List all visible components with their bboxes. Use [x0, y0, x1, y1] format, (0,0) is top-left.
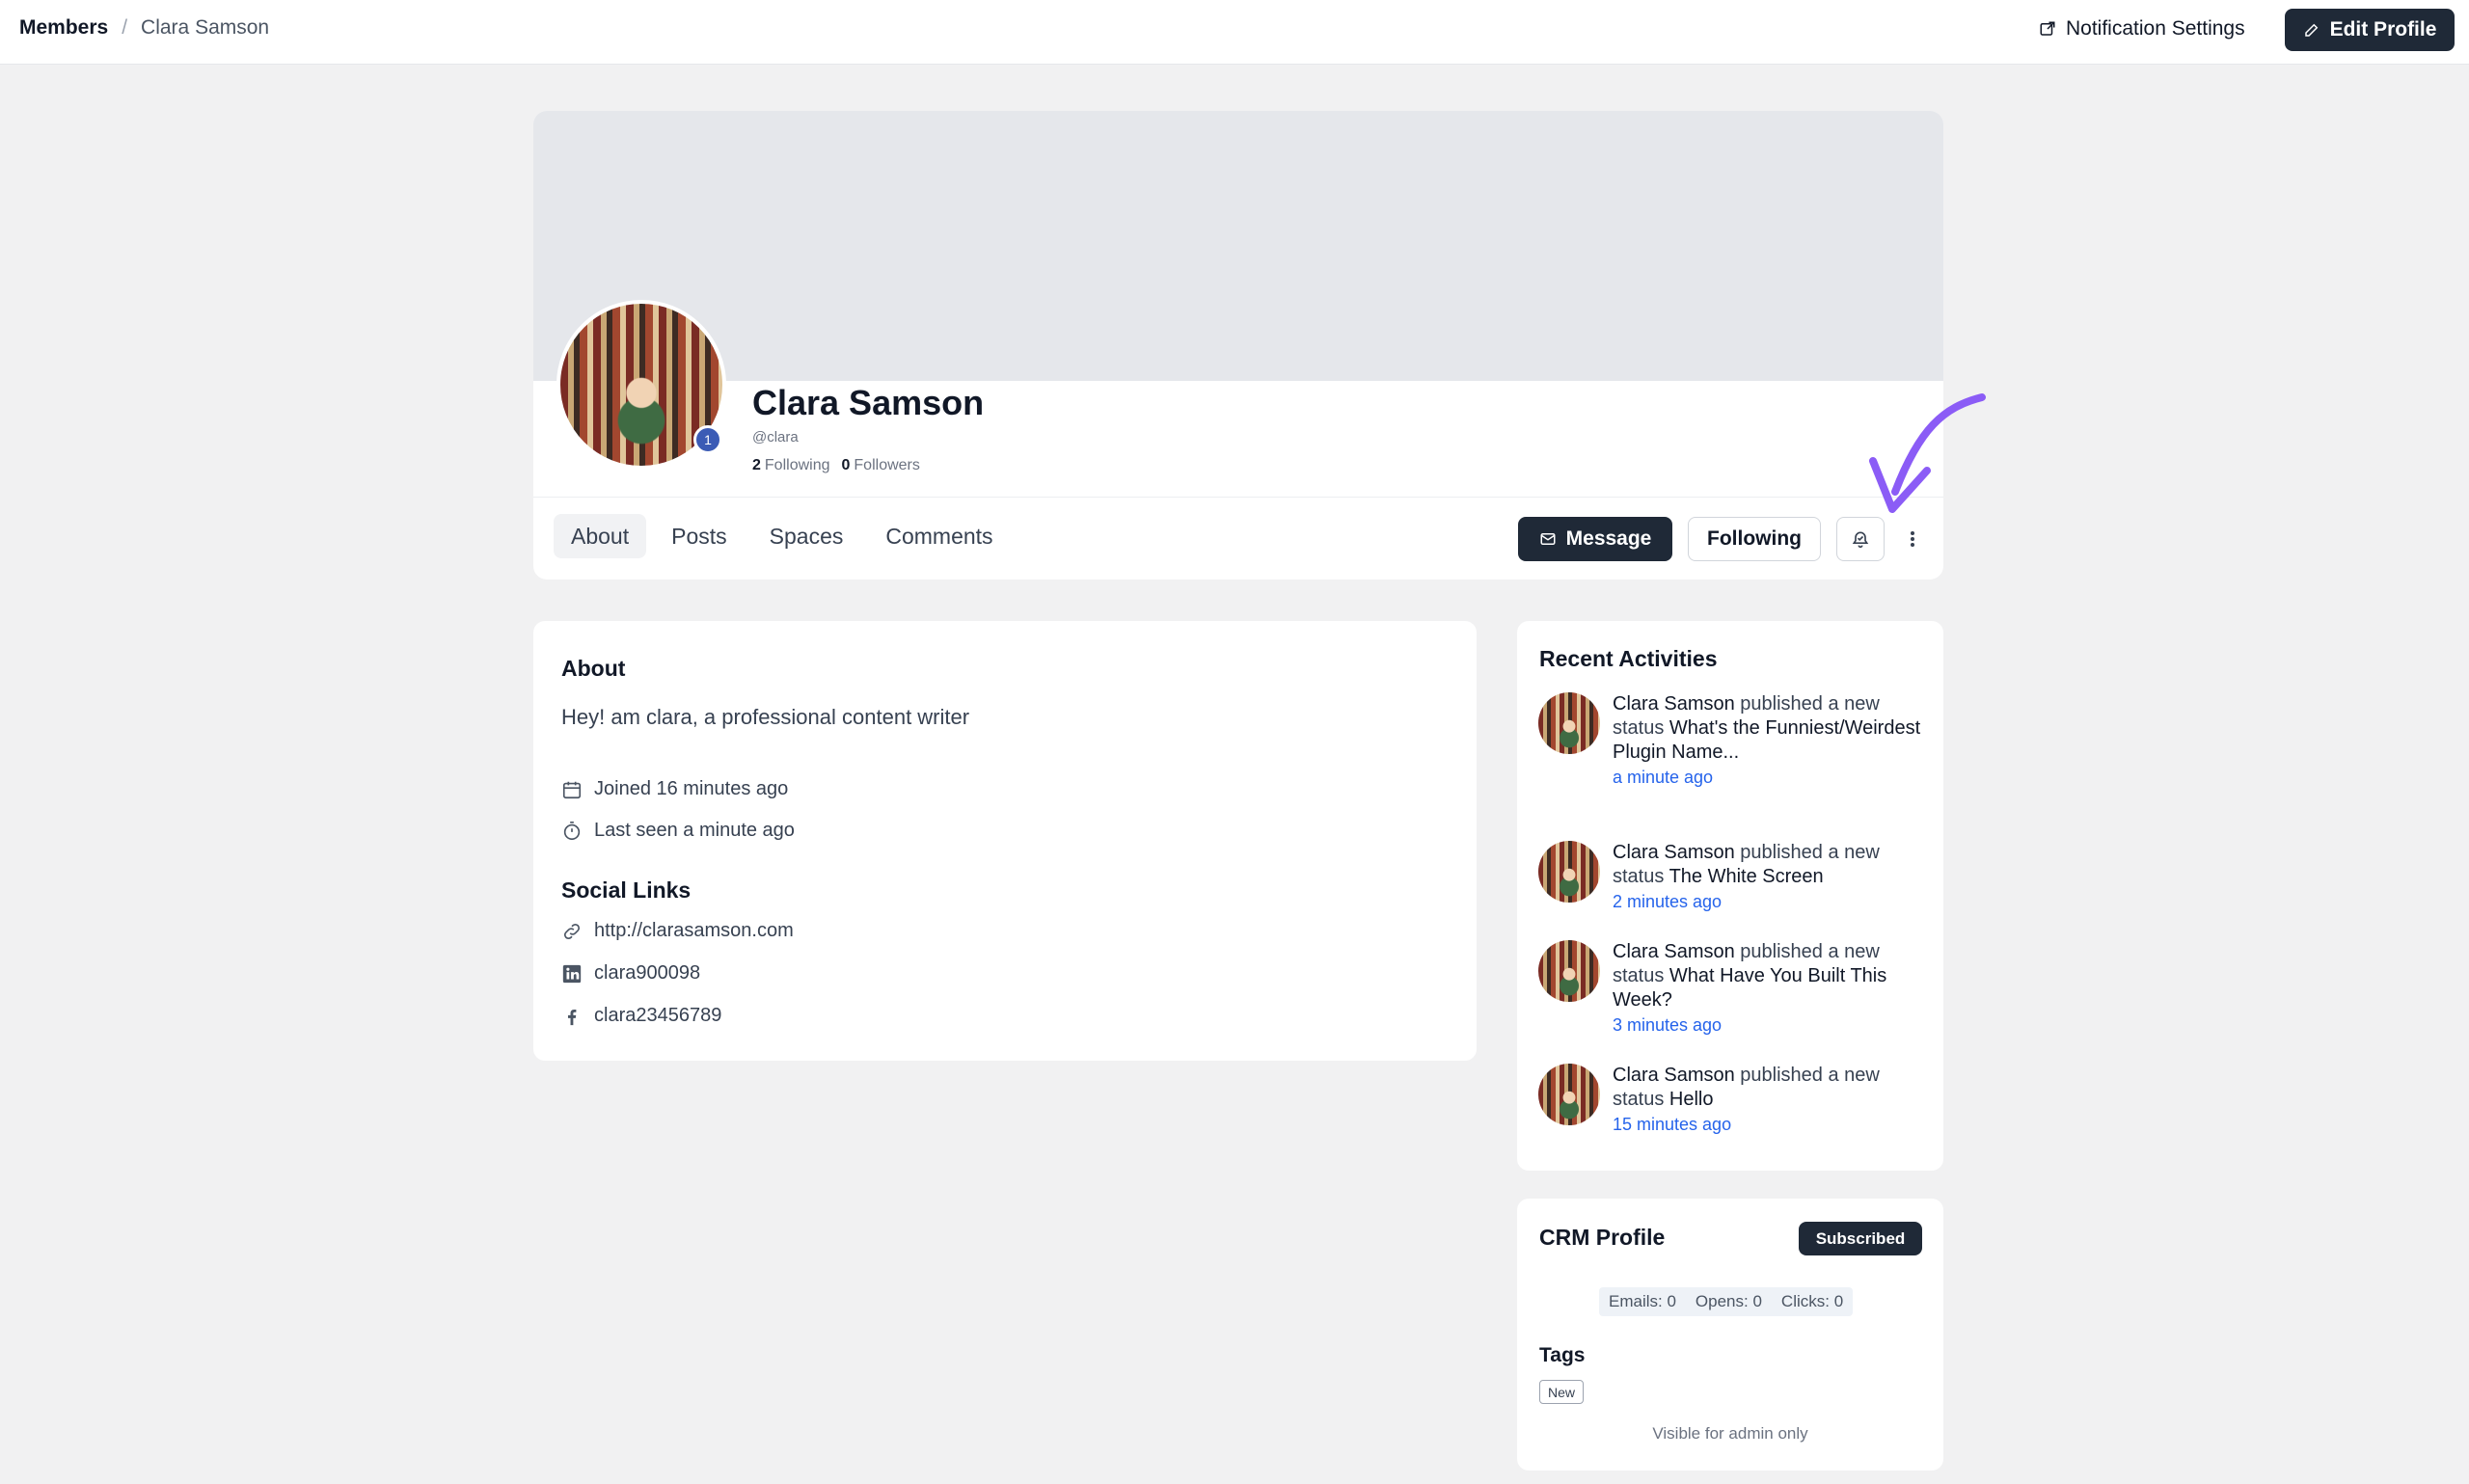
message-button[interactable]: Message [1518, 517, 1672, 561]
activity-text: Clara Samson published a new status The … [1613, 841, 1921, 913]
tag-badge: New [1539, 1380, 1585, 1404]
annotation-arrow-icon [1869, 393, 1986, 513]
crm-opens: Opens: 0 [1695, 1292, 1762, 1310]
mail-icon [1540, 533, 1556, 545]
level-badge: 1 [693, 425, 722, 454]
social-linkedin[interactable]: clara900098 [561, 962, 700, 985]
breadcrumb-separator: / [122, 16, 128, 39]
tags-heading: Tags [1539, 1344, 1586, 1366]
profile-handle: @clara [752, 429, 799, 445]
external-link-icon [2040, 21, 2055, 36]
social-website[interactable]: http://clarasamson.com [561, 920, 794, 942]
edit-profile-button[interactable]: Edit Profile [2285, 9, 2455, 51]
crm-profile-heading: CRM Profile [1539, 1225, 1666, 1250]
joined-text: Joined 16 minutes ago [594, 778, 789, 799]
activity-time: a minute ago [1613, 768, 1714, 787]
pencil-icon [2304, 23, 2318, 37]
follow-stats: 2 Following 0 Followers [752, 457, 920, 474]
following-button[interactable]: Following [1688, 517, 1821, 561]
notification-settings-button[interactable]: Notification Settings [2039, 13, 2245, 44]
activity-avatar [1538, 692, 1600, 754]
joined-row: Joined 16 minutes ago [561, 778, 788, 800]
social-linkedin-text: clara900098 [594, 962, 701, 984]
tab-spaces[interactable]: Spaces [752, 514, 861, 558]
activity-avatar [1538, 1064, 1600, 1125]
link-icon [563, 923, 581, 939]
following-label: Following [764, 457, 830, 473]
breadcrumb: Members / Clara Samson [19, 16, 269, 40]
followers-label: Followers [854, 457, 920, 473]
activity-actor: Clara Samson [1613, 693, 1735, 715]
profile-name: Clara Samson [752, 383, 985, 422]
followers-stat[interactable]: 0 Followers [842, 457, 920, 474]
facebook-icon [567, 1009, 577, 1025]
social-links-heading: Social Links [561, 877, 692, 903]
social-facebook-text: clara23456789 [594, 1005, 722, 1026]
breadcrumb-current: Clara Samson [141, 16, 270, 39]
crm-profile-card: CRM Profile Subscribed Emails: 0 Opens: … [1517, 1199, 1943, 1471]
activity-actor: Clara Samson [1613, 842, 1735, 863]
notification-settings-label: Notification Settings [2066, 17, 2245, 40]
recent-activities-card: Recent Activities Clara Samson published… [1517, 621, 1943, 1171]
activity-subject: The White Screen [1669, 866, 1824, 887]
social-website-text: http://clarasamson.com [594, 920, 794, 941]
about-heading: About [561, 656, 626, 681]
activity-avatar [1538, 940, 1600, 1002]
tab-posts[interactable]: Posts [654, 514, 745, 558]
following-stat[interactable]: 2 Following [752, 457, 830, 474]
message-label: Message [1565, 527, 1652, 550]
following-count: 2 [752, 457, 761, 473]
followers-count: 0 [841, 457, 851, 473]
crm-clicks: Clicks: 0 [1780, 1292, 1844, 1310]
divider [533, 497, 1943, 498]
subscribed-badge: Subscribed [1799, 1222, 1922, 1255]
last-seen-row: Last seen a minute ago [561, 820, 795, 842]
tab-about[interactable]: About [554, 514, 647, 558]
crm-emails: Emails: 0 [1609, 1292, 1676, 1310]
linkedin-icon [562, 964, 582, 983]
admin-only-note: Visible for admin only [1652, 1424, 1808, 1443]
last-seen-text: Last seen a minute ago [594, 820, 795, 841]
calendar-icon [562, 781, 582, 798]
activity-actor: Clara Samson [1613, 941, 1735, 962]
edit-profile-label: Edit Profile [2329, 18, 2437, 40]
activity-subject: Hello [1669, 1089, 1714, 1110]
activity-text: Clara Samson published a new status Hell… [1613, 1064, 1921, 1136]
vertical-dots-icon [1911, 531, 1914, 547]
activity-text: Clara Samson published a new status What… [1613, 940, 1921, 1037]
activity-time: 3 minutes ago [1613, 1015, 1723, 1035]
bell-check-icon [1852, 531, 1869, 549]
crm-stats: Emails: 0 Opens: 0 Clicks: 0 [1599, 1287, 1854, 1316]
tab-comments[interactable]: Comments [868, 514, 1010, 558]
activity-time: 15 minutes ago [1613, 1115, 1732, 1134]
activity-avatar [1538, 841, 1600, 903]
recent-activities-heading: Recent Activities [1539, 646, 1718, 671]
top-bar: Members / Clara Samson Notification Sett… [0, 0, 2469, 65]
breadcrumb-members-link[interactable]: Members [19, 16, 108, 40]
about-bio: Hey! am clara, a professional content wr… [561, 705, 970, 729]
activity-actor: Clara Samson [1613, 1065, 1735, 1086]
cover-image [533, 111, 1943, 381]
profile-tabs: About Posts Spaces Comments [554, 514, 1011, 558]
activity-text: Clara Samson published a new status What… [1613, 692, 1921, 789]
about-card: About Hey! am clara, a professional cont… [533, 621, 1477, 1061]
social-facebook[interactable]: clara23456789 [561, 1005, 721, 1027]
stopwatch-icon [563, 821, 581, 840]
profile-header-card: 1 Clara Samson @clara 2 Following 0 Follow… [533, 111, 1943, 580]
activity-time: 2 minutes ago [1613, 892, 1723, 911]
